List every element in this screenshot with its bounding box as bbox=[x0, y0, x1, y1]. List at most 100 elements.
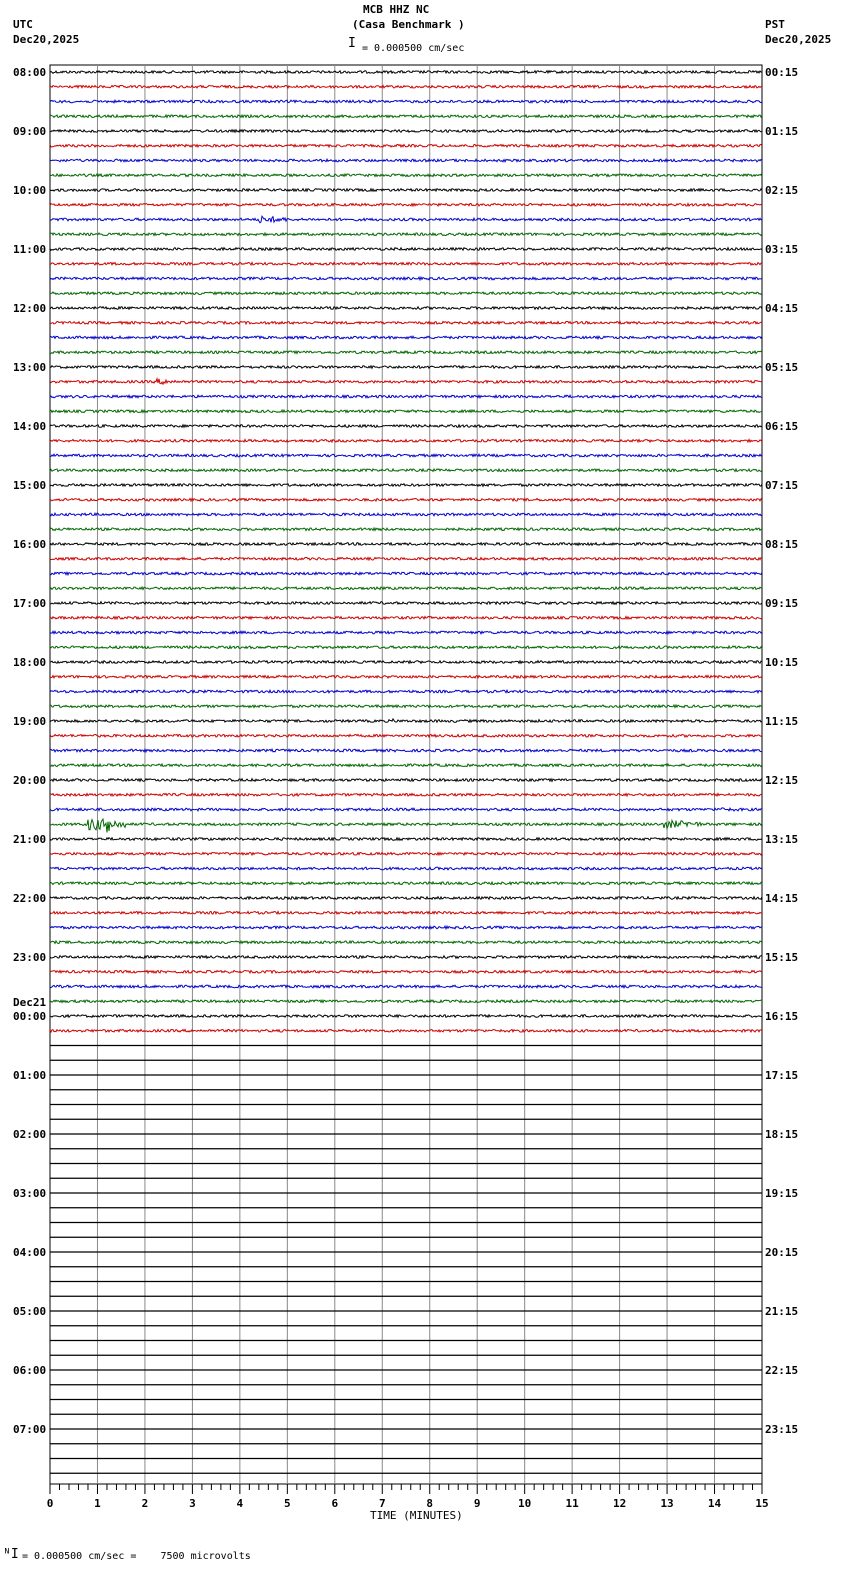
seismic-trace bbox=[50, 703, 763, 709]
pst-hour-label: 20:15 bbox=[765, 1246, 798, 1259]
utc-hour-label: 19:00 bbox=[13, 715, 46, 728]
utc-hour-label: 04:00 bbox=[13, 1246, 46, 1259]
pst-hour-label: 00:15 bbox=[765, 66, 798, 79]
pst-hour-label: 06:15 bbox=[765, 420, 798, 433]
utc-hour-label: 09:00 bbox=[13, 125, 46, 138]
utc-hour-label: 13:00 bbox=[13, 361, 46, 374]
utc-hour-label: 03:00 bbox=[13, 1187, 46, 1200]
x-tick-label: 3 bbox=[189, 1497, 196, 1510]
seismic-trace bbox=[49, 717, 763, 724]
seismic-trace bbox=[49, 364, 763, 370]
seismic-trace bbox=[49, 408, 763, 414]
pst-hour-label: 07:15 bbox=[765, 479, 798, 492]
seismic-trace bbox=[49, 541, 763, 547]
seismic-trace bbox=[49, 453, 763, 458]
x-tick-label: 13 bbox=[660, 1497, 673, 1510]
pst-hour-label: 03:15 bbox=[765, 243, 798, 256]
seismic-trace bbox=[49, 817, 763, 833]
seismic-trace bbox=[49, 246, 763, 252]
seismic-trace bbox=[49, 113, 763, 119]
seismic-trace bbox=[49, 1028, 763, 1034]
utc-hour-label: 10:00 bbox=[13, 184, 46, 197]
x-tick-label: 6 bbox=[331, 1497, 338, 1510]
seismic-trace bbox=[49, 334, 763, 341]
seismic-trace bbox=[49, 895, 763, 901]
x-tick-label: 15 bbox=[755, 1497, 768, 1510]
seismic-trace bbox=[50, 290, 763, 296]
seismic-trace bbox=[49, 84, 763, 90]
seismic-trace bbox=[49, 865, 763, 871]
utc-hour-label: 20:00 bbox=[13, 774, 46, 787]
footer-scale-icon: ᴺI bbox=[3, 1547, 19, 1562]
seismic-trace bbox=[49, 202, 763, 208]
utc-hour-label: 14:00 bbox=[13, 420, 46, 433]
seismic-trace bbox=[49, 482, 763, 488]
pst-hour-label: 19:15 bbox=[765, 1187, 798, 1200]
seismic-trace bbox=[49, 851, 763, 857]
seismic-trace bbox=[49, 777, 763, 783]
seismic-trace bbox=[49, 187, 763, 193]
seismic-trace bbox=[50, 659, 763, 665]
seismic-trace bbox=[49, 615, 763, 621]
pst-hour-label: 21:15 bbox=[765, 1305, 798, 1318]
pst-hour-label: 11:15 bbox=[765, 715, 798, 728]
seismic-trace bbox=[49, 747, 762, 754]
pst-hour-label: 18:15 bbox=[765, 1128, 798, 1141]
seismic-trace bbox=[49, 497, 763, 503]
utc-hour-label: 16:00 bbox=[13, 538, 46, 551]
footer-scale-label: = 0.000500 cm/sec = 7500 microvolts bbox=[22, 1551, 251, 1562]
utc-hour-label: 11:00 bbox=[13, 243, 46, 256]
seismic-trace bbox=[49, 954, 763, 960]
pst-hour-label: 08:15 bbox=[765, 538, 798, 551]
seismic-trace bbox=[49, 526, 762, 532]
pst-hour-label: 23:15 bbox=[765, 1423, 798, 1436]
utc-hour-label: 15:00 bbox=[13, 479, 46, 492]
seismic-trace bbox=[49, 394, 763, 400]
pst-hour-label: 15:15 bbox=[765, 951, 798, 964]
x-tick-label: 14 bbox=[708, 1497, 722, 1510]
seismic-trace bbox=[49, 939, 763, 945]
x-tick-label: 0 bbox=[47, 1497, 54, 1510]
seismic-trace bbox=[49, 69, 763, 75]
seismic-trace bbox=[49, 157, 763, 164]
pst-hour-label: 14:15 bbox=[765, 892, 798, 905]
seismic-trace bbox=[49, 214, 763, 224]
utc-hour-label: 23:00 bbox=[13, 951, 46, 964]
seismic-trace bbox=[49, 320, 763, 326]
seismic-trace bbox=[49, 376, 762, 386]
seismic-trace bbox=[49, 969, 763, 975]
pst-hour-label: 16:15 bbox=[765, 1010, 798, 1023]
seismic-trace bbox=[49, 600, 763, 606]
utc-hour-label: 08:00 bbox=[13, 66, 46, 79]
seismic-trace bbox=[49, 807, 763, 812]
seismic-trace bbox=[49, 644, 763, 650]
seismic-trace bbox=[49, 762, 763, 768]
seismic-trace bbox=[49, 512, 763, 518]
seismic-trace bbox=[49, 98, 763, 104]
x-tick-label: 9 bbox=[474, 1497, 481, 1510]
seismic-trace bbox=[49, 629, 763, 636]
utc-hour-label: 21:00 bbox=[13, 833, 46, 846]
utc-hour-label: 01:00 bbox=[13, 1069, 46, 1082]
seismic-trace bbox=[49, 585, 763, 591]
x-tick-label: 2 bbox=[142, 1497, 149, 1510]
pst-hour-label: 09:15 bbox=[765, 597, 798, 610]
utc-hour-label: 12:00 bbox=[13, 302, 46, 315]
x-tick-label: 4 bbox=[237, 1497, 244, 1510]
pst-hour-label: 10:15 bbox=[765, 656, 798, 669]
seismic-trace bbox=[49, 571, 763, 577]
pst-hour-label: 17:15 bbox=[765, 1069, 798, 1082]
pst-hour-label: 13:15 bbox=[765, 833, 798, 846]
seismic-trace bbox=[49, 688, 763, 695]
x-tick-label: 5 bbox=[284, 1497, 291, 1510]
pst-hour-label: 12:15 bbox=[765, 774, 798, 787]
seismic-trace bbox=[49, 924, 763, 931]
x-tick-label: 1 bbox=[94, 1497, 101, 1510]
x-axis-label: TIME (MINUTES) bbox=[370, 1509, 463, 1522]
seismic-trace bbox=[49, 467, 763, 473]
helicorder-plot: 0 1 2 3 4 5 6 7 8 9 10 11 12 13 14 1508:0009:0010:0011:… bbox=[13, 64, 798, 1510]
seismic-trace bbox=[49, 792, 763, 798]
seismic-trace bbox=[49, 275, 763, 282]
x-tick-label: 12 bbox=[613, 1497, 626, 1510]
seismic-trace bbox=[49, 172, 763, 178]
